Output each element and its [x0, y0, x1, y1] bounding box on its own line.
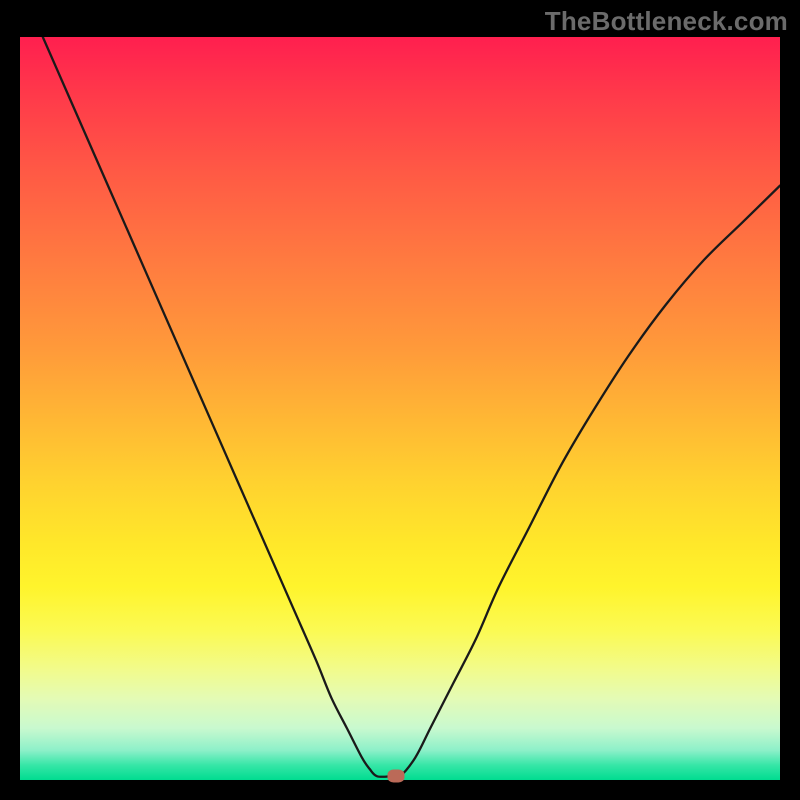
plot-area [20, 37, 780, 780]
bottleneck-curve [43, 37, 780, 778]
watermark-text: TheBottleneck.com [545, 6, 788, 37]
curve-svg [20, 37, 780, 780]
chart-frame: TheBottleneck.com [0, 0, 800, 800]
optimal-point-marker [388, 770, 405, 783]
